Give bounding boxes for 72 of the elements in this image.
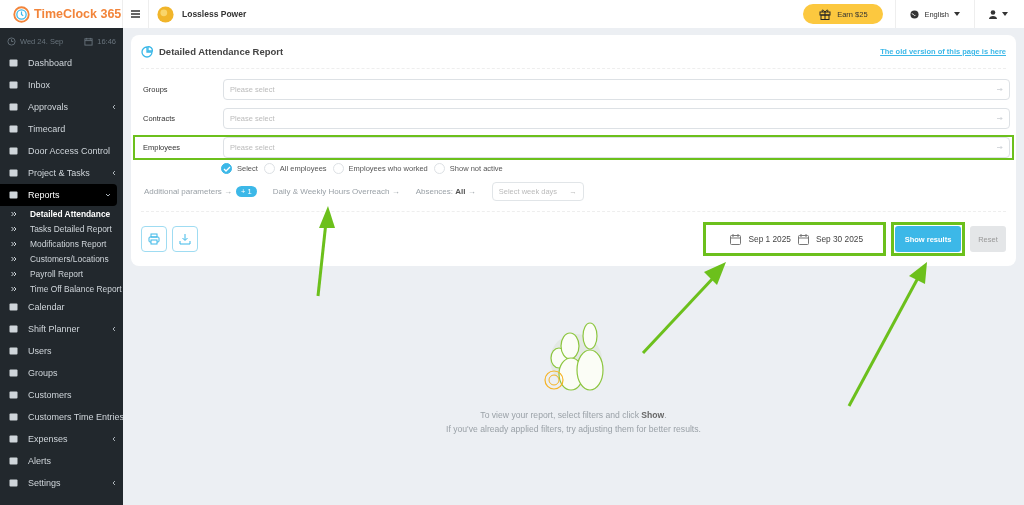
menu-square-icon	[9, 435, 18, 443]
menu-square-icon	[9, 81, 18, 89]
empty-state-hint: If you've already applied filters, try adjusting them for better results.	[446, 423, 701, 436]
menu-square-icon	[9, 413, 18, 421]
submenu-item[interactable]: Modifications Report	[0, 236, 123, 251]
pie-chart-icon	[141, 45, 153, 58]
end-date: Sep 30 2025	[815, 234, 863, 244]
menu-square-icon	[9, 369, 18, 377]
menu-square-icon	[9, 103, 18, 111]
globe-icon	[910, 9, 920, 19]
sidebar-item[interactable]: Dashboard	[0, 52, 123, 74]
menu-square-icon	[9, 347, 18, 355]
sidebar-item[interactable]: Expenses	[0, 428, 123, 450]
sidebar-item[interactable]: Customers	[0, 384, 123, 406]
double-chevron-icon	[11, 240, 17, 247]
double-chevron-icon	[11, 210, 17, 217]
sidebar-item[interactable]: Alerts	[0, 450, 123, 472]
double-chevron-icon	[11, 255, 17, 262]
calendar-icon	[84, 37, 94, 46]
sidebar-item[interactable]: Project & Tasks	[0, 162, 123, 184]
clock-icon	[7, 37, 16, 46]
menu-square-icon	[9, 325, 18, 333]
sidebar-item[interactable]: Approvals	[0, 96, 123, 118]
calendar-icon	[730, 233, 742, 245]
menu-icon[interactable]	[131, 10, 140, 18]
double-chevron-icon	[11, 225, 17, 232]
sidebar-item[interactable]: Users	[0, 340, 123, 362]
clock-icon	[13, 5, 30, 23]
brand-name: TimeClock 365	[34, 7, 122, 21]
sidebar-item[interactable]: Door Access Control	[0, 140, 123, 162]
company-name: Lossless Power	[182, 9, 247, 19]
user-menu[interactable]	[987, 9, 1010, 19]
menu-square-icon	[9, 191, 18, 199]
double-chevron-icon	[11, 285, 17, 292]
caret-icon	[954, 12, 960, 16]
submenu-item[interactable]: Tasks Detailed Report	[0, 221, 123, 236]
printer-icon	[148, 233, 160, 245]
arrow-right-icon	[997, 116, 1003, 121]
sidebar-item[interactable]: Timecard	[0, 118, 123, 140]
start-date: Sep 1 2025	[748, 234, 791, 244]
caret-icon	[1002, 12, 1008, 16]
menu-square-icon	[9, 457, 18, 465]
parameter-link[interactable]: Absences: All →	[415, 187, 476, 196]
download-icon	[179, 233, 191, 245]
gift-icon	[819, 8, 832, 20]
menu-square-icon	[9, 391, 18, 399]
company-logo-icon	[157, 5, 174, 23]
sidebar-item[interactable]: Inbox	[0, 74, 123, 96]
sidebar-item[interactable]: Calendar	[0, 296, 123, 318]
sidebar-item[interactable]: Customers Time Entries	[0, 406, 123, 428]
menu-square-icon	[9, 59, 18, 67]
sidebar-item[interactable]: Shift Planner	[0, 318, 123, 340]
calendar-icon	[797, 233, 809, 245]
sidebar-item[interactable]: Groups	[0, 362, 123, 384]
sidebar-item[interactable]: Settings	[0, 472, 123, 494]
menu-square-icon	[9, 125, 18, 133]
submenu-item[interactable]: Time Off Balance Report	[0, 281, 123, 296]
double-chevron-icon	[11, 270, 17, 277]
empty-state-message: To view your report, select filters and click Show.	[480, 409, 667, 422]
date-range-picker[interactable]: Sep 1 2025 Sep 30 2025	[703, 222, 886, 256]
menu-square-icon	[9, 147, 18, 155]
submenu-item[interactable]: Payroll Report	[0, 266, 123, 281]
submenu-item[interactable]: Detailed Attendance	[0, 206, 123, 221]
submenu-item[interactable]: Customers/Locations	[0, 251, 123, 266]
user-icon	[989, 9, 997, 19]
arrow-right-icon	[997, 145, 1003, 150]
menu-square-icon	[9, 303, 18, 311]
arrow-right-icon	[997, 87, 1003, 92]
sidebar-item[interactable]: Reports	[0, 184, 117, 206]
report-title: Detailed Attendance Report	[159, 46, 284, 57]
menu-square-icon	[9, 169, 18, 177]
menu-square-icon	[9, 479, 18, 487]
